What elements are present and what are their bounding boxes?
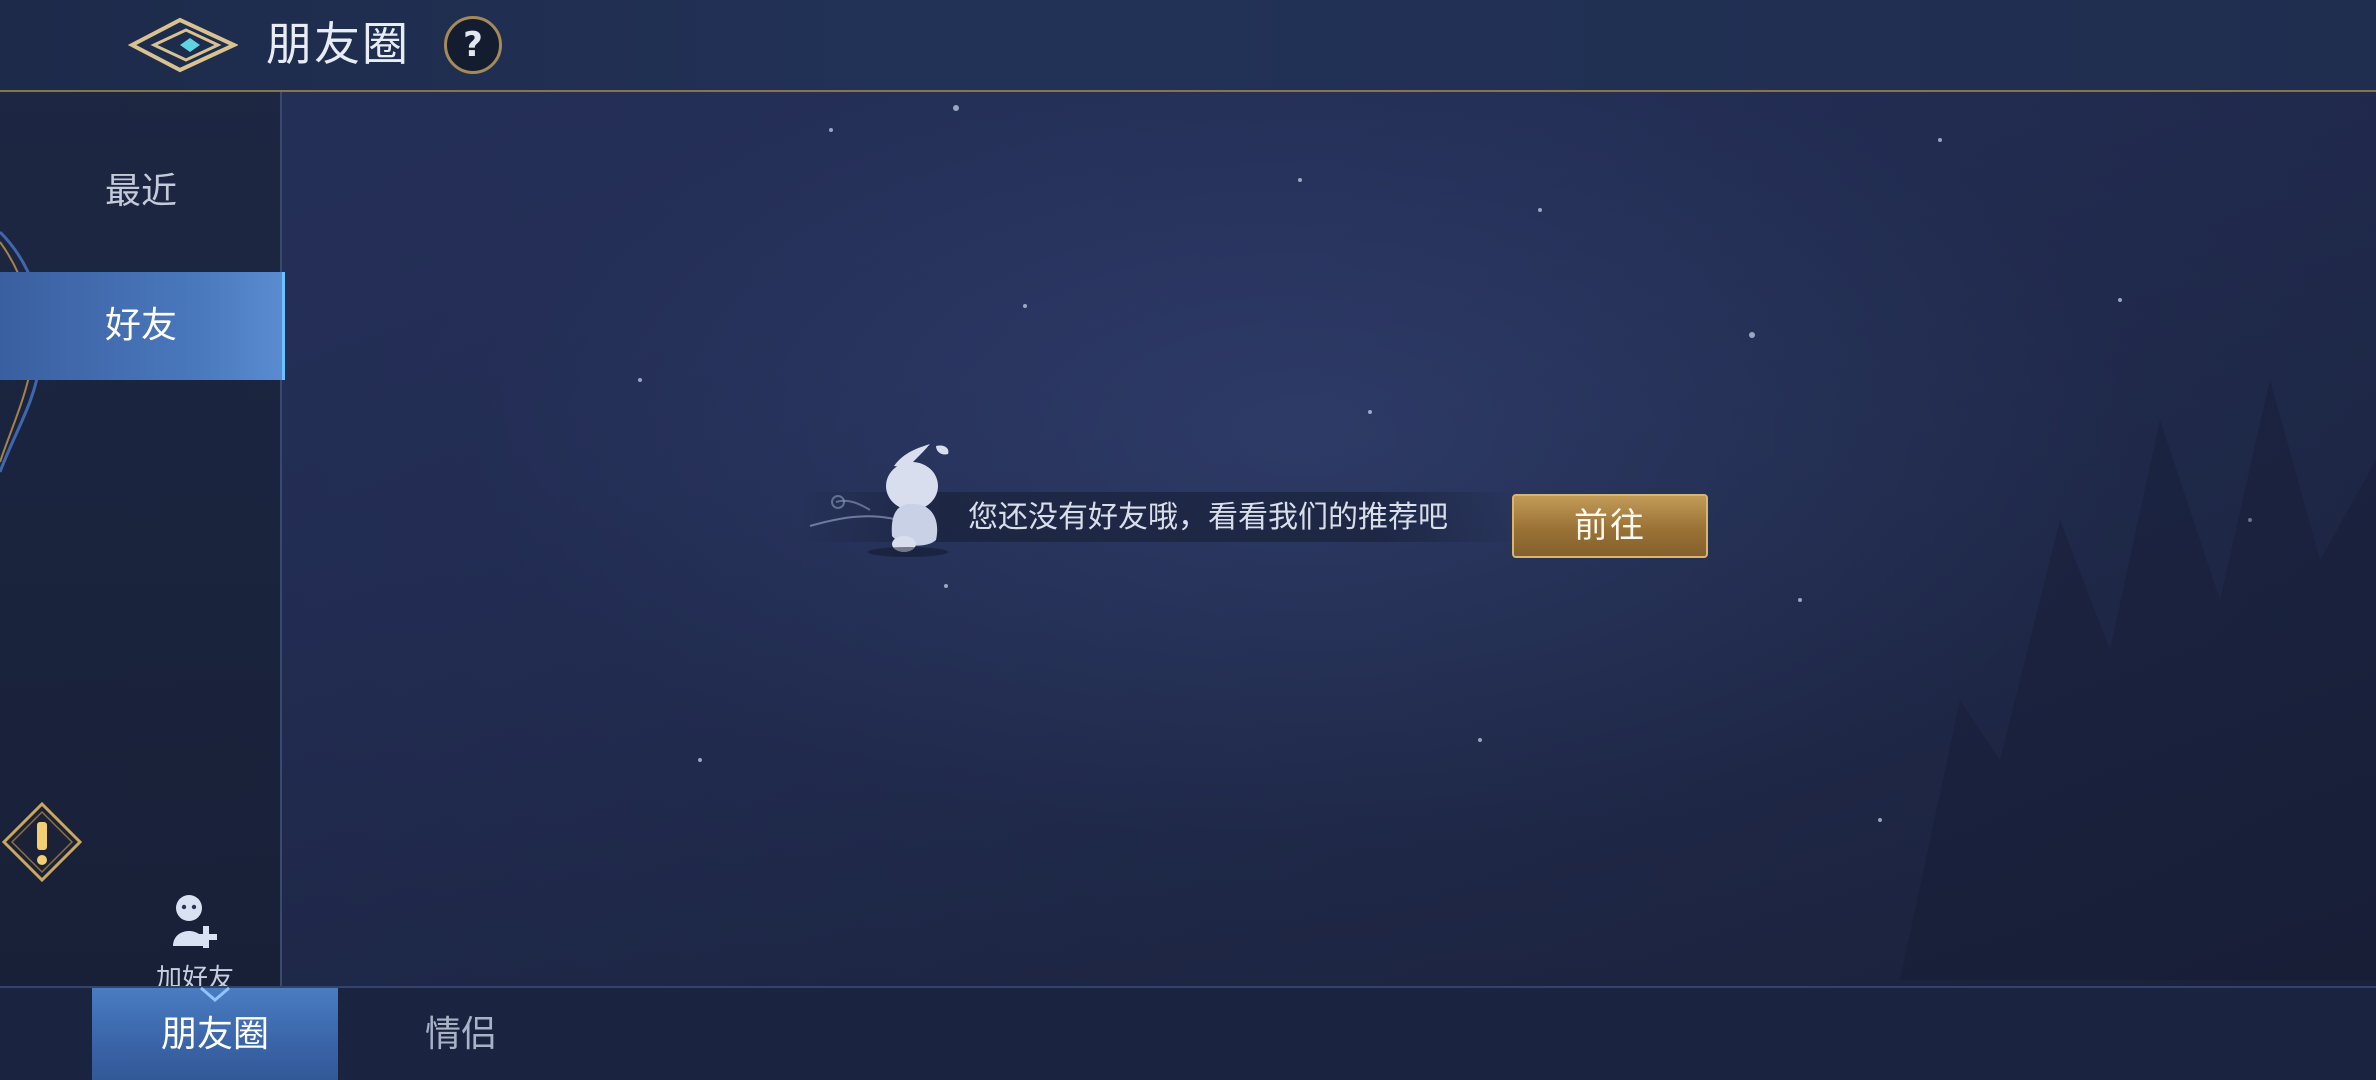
tab-couple[interactable]: 情侣 <box>338 988 584 1080</box>
friends-screen: 朋友圈 ? 最近 好友 加好友 您还没有好友哦，看看我们的推荐吧 前往 朋友圈 … <box>0 0 2376 1080</box>
empty-message: 您还没有好友哦，看看我们的推荐吧 <box>968 500 1448 535</box>
alert-icon[interactable] <box>0 800 84 884</box>
sidebar-item-friends[interactable]: 好友 <box>0 272 285 380</box>
sidebar: 最近 好友 加好友 <box>0 92 285 994</box>
top-bar: 朋友圈 ? <box>0 0 2376 92</box>
mascot-icon <box>809 444 949 557</box>
bottom-tab-bar: 朋友圈 情侣 <box>0 986 2376 1080</box>
selected-tab-marker-icon <box>200 986 230 1002</box>
go-button[interactable]: 前往 <box>1512 494 1708 558</box>
empty-state: 您还没有好友哦，看看我们的推荐吧 前往 <box>800 440 1720 570</box>
add-friend-icon <box>173 895 217 948</box>
help-button[interactable]: ? <box>444 16 502 74</box>
page-title: 朋友圈 <box>266 17 410 71</box>
back-arrow-icon[interactable] <box>128 14 238 76</box>
sidebar-item-recent[interactable]: 最近 <box>0 138 282 246</box>
add-friend-button[interactable]: 加好友 <box>140 890 250 1000</box>
